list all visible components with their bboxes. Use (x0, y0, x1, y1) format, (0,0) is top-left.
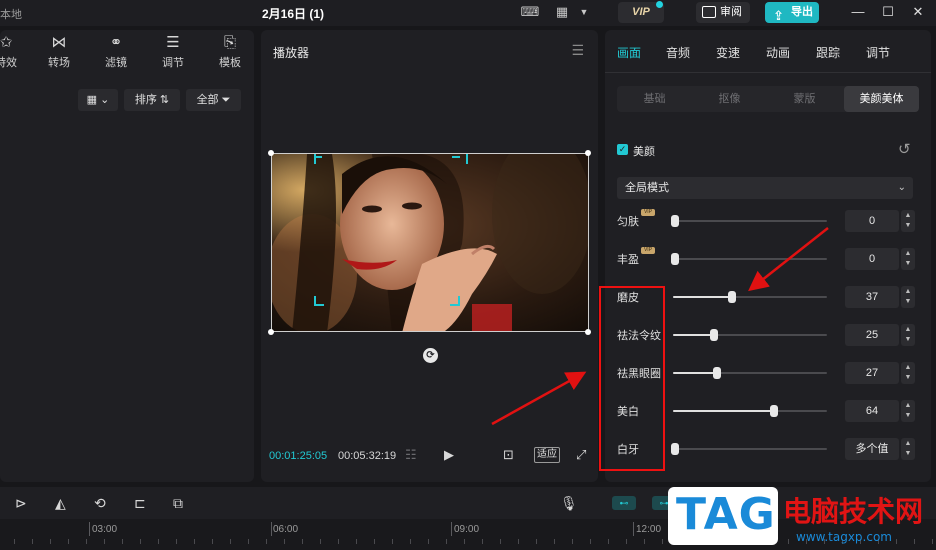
play-circle-icon[interactable]: ⊳ (15, 495, 27, 512)
ruler-minor-tick (68, 539, 69, 544)
ruler-minor-tick (212, 539, 213, 544)
ruler-minor-tick (176, 539, 177, 544)
app-window: 本地 2月16日 (1) ⌨ ▦ ▼ VIP 审阅 ⇪ 导出 — ☐ ✕ ✩ 特… (0, 0, 936, 550)
ruler-minor-tick (644, 539, 645, 544)
ruler-minor-tick (50, 539, 51, 544)
ruler-minor-tick (320, 539, 321, 544)
ruler-minor-tick (626, 539, 627, 544)
link-clip-icon[interactable]: ⊷ (612, 496, 636, 510)
ruler-minor-tick (590, 539, 591, 544)
ruler-minor-tick (464, 539, 465, 544)
ruler-minor-tick (140, 539, 141, 544)
ruler-minor-tick (302, 539, 303, 544)
ruler-minor-tick (158, 539, 159, 544)
ruler-major-tick (271, 522, 272, 536)
annotation-arrow (748, 227, 829, 292)
ruler-minor-tick (914, 539, 915, 544)
ruler-minor-tick (554, 539, 555, 544)
ruler-minor-tick (248, 539, 249, 544)
ruler-label: 09:00 (454, 524, 480, 535)
ruler-minor-tick (86, 539, 87, 544)
watermark-site-name: 电脑技术网 (783, 495, 924, 528)
ruler-minor-tick (32, 539, 33, 544)
ruler-minor-tick (356, 539, 357, 544)
ruler-minor-tick (662, 539, 663, 544)
ruler-major-tick (451, 522, 452, 536)
ruler-minor-tick (284, 539, 285, 544)
ruler-minor-tick (230, 539, 231, 544)
ruler-minor-tick (482, 539, 483, 544)
ruler-minor-tick (932, 539, 933, 544)
mirror-icon[interactable]: ◭ (55, 495, 66, 512)
watermark-url: www.tagxp.com (796, 530, 892, 544)
ruler-minor-tick (536, 539, 537, 544)
ruler-label: 12:00 (636, 524, 662, 535)
ruler-minor-tick (572, 539, 573, 544)
ruler-major-tick (633, 522, 634, 536)
ruler-minor-tick (518, 539, 519, 544)
rotate-icon[interactable]: ⟲ (94, 495, 106, 512)
ruler-label: 06:00 (273, 524, 299, 535)
ruler-minor-tick (428, 539, 429, 544)
ruler-label: 03:00 (92, 524, 118, 535)
ruler-minor-tick (194, 539, 195, 544)
ruler-minor-tick (608, 539, 609, 544)
watermark-logo: TAG (668, 487, 778, 545)
ruler-minor-tick (374, 539, 375, 544)
ruler-minor-tick (338, 539, 339, 544)
microphone-icon[interactable]: 🎙 (560, 495, 578, 512)
ruler-minor-tick (14, 539, 15, 544)
annotation-arrows (491, 227, 829, 426)
ruler-minor-tick (266, 539, 267, 544)
ruler-minor-tick (410, 539, 411, 544)
ruler-minor-tick (446, 539, 447, 544)
smart-crop-icon[interactable]: ⧉ (173, 495, 183, 512)
ruler-minor-tick (104, 539, 105, 544)
ruler-minor-tick (896, 539, 897, 544)
ruler-major-tick (89, 522, 90, 536)
crop-icon[interactable]: ⊏ (134, 495, 146, 512)
annotation-arrow (491, 371, 587, 426)
ruler-minor-tick (392, 539, 393, 544)
watermark-tag: TAG (676, 489, 776, 540)
ruler-minor-tick (122, 539, 123, 544)
ruler-minor-tick (500, 539, 501, 544)
ruler-minor-tick (788, 539, 789, 544)
